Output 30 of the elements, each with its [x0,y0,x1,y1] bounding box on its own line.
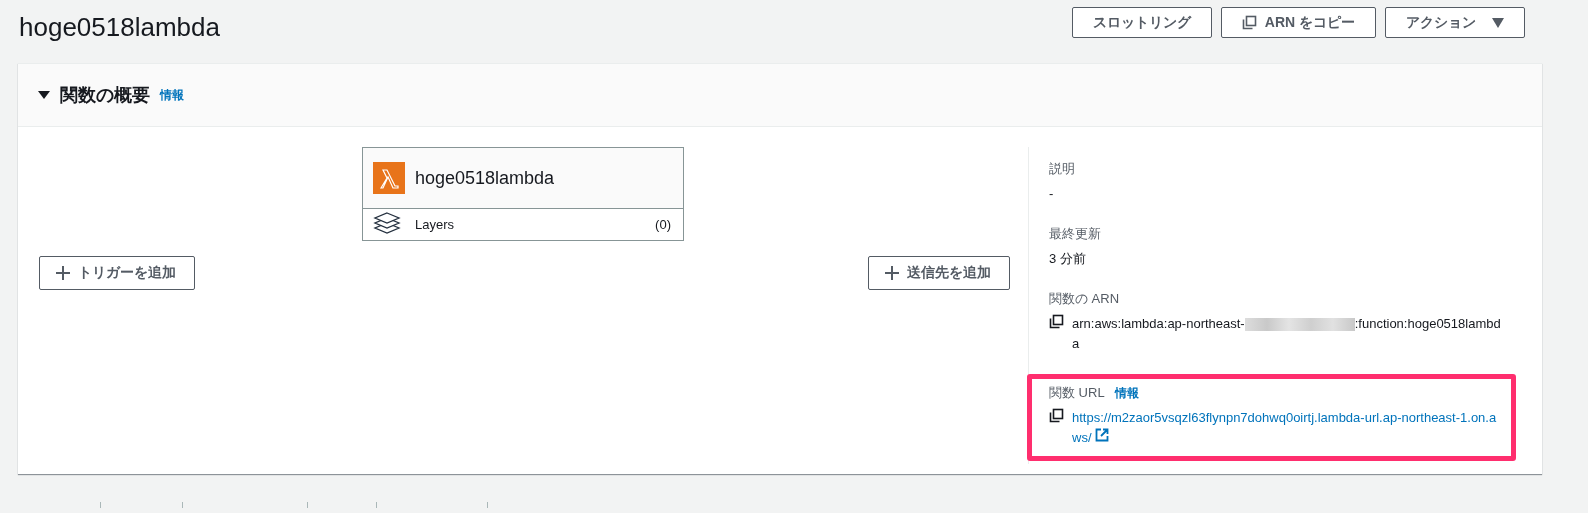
detail-label: 最終更新 [1049,225,1101,243]
layers-count: (0) [655,217,671,232]
detail-label: 関数 URL [1049,384,1105,402]
info-link[interactable]: 情報 [1114,384,1139,402]
function-name: hoge0518lambda [415,167,555,189]
detail-label: 関数の ARN [1049,290,1120,308]
detail-label: 説明 [1049,160,1075,178]
add-destination-button[interactable]: 送信先を追加 [868,256,1010,290]
external-link-icon [1095,428,1110,442]
lambda-icon [373,162,405,194]
plus-icon [885,266,899,280]
add-trigger-button[interactable]: トリガーを追加 [39,256,195,290]
function-card[interactable]: hoge0518lambda Layers (0) [362,147,684,241]
plus-icon [56,266,70,280]
copy-arn-button[interactable]: ARN をコピー [1220,7,1376,38]
panel-title: 関数の概要 [60,84,150,107]
copy-icon [1241,15,1257,30]
arn-value: arn:aws:lambda:ap-northeast- :function:hoge0518lambda [1072,315,1502,353]
page-title: hoge0518lambda [19,12,220,43]
actions-dropdown[interactable]: アクション [1385,7,1525,38]
layers-label: Layers [415,217,455,232]
copy-icon [1049,314,1064,329]
caret-down-icon [1492,17,1504,28]
caret-down-icon[interactable] [38,89,50,101]
detail-value: - [1049,185,1055,203]
info-link[interactable]: 情報 [160,86,184,104]
copy-icon [1049,408,1064,423]
url-link[interactable]: https://m2zaor5vsqzl63flynpn7dohwq0oirtj.lambda-url.ap-northeast-1.on.aws/ [1072,408,1505,448]
throttle-button[interactable]: スロットリング [1071,7,1212,38]
detail-value: 3 分前 [1049,250,1087,268]
